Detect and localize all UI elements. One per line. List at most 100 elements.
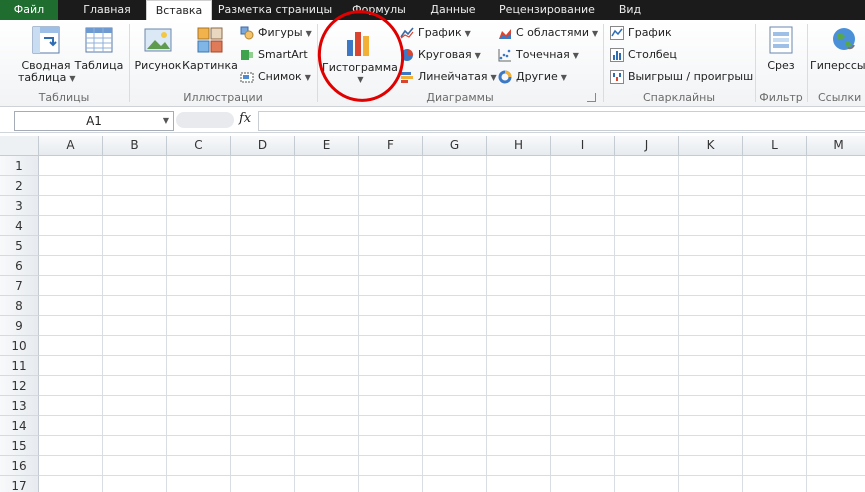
bar-chart-button[interactable]: Линейчатая ▼	[400, 68, 497, 86]
row-header[interactable]: 14	[0, 416, 39, 436]
table-label: Таблица	[74, 59, 124, 72]
column-header[interactable]: C	[167, 136, 231, 156]
clipart-label: Картинка	[182, 59, 238, 72]
group-illustrations: Рисунок Картинка Фигуры ▼ SmartArt Снимо…	[130, 20, 316, 106]
chevron-down-icon: ▼	[464, 29, 471, 38]
row-header[interactable]: 7	[0, 276, 39, 296]
column-header[interactable]: D	[231, 136, 295, 156]
tab-file[interactable]: Файл	[0, 0, 58, 20]
row-header[interactable]: 9	[0, 316, 39, 336]
row-header[interactable]: 17	[0, 476, 39, 492]
row-header[interactable]: 11	[0, 356, 39, 376]
chevron-down-icon[interactable]: ▼	[163, 112, 169, 130]
other-charts-button[interactable]: Другие ▼	[498, 68, 567, 86]
line-chart-icon	[400, 26, 414, 40]
tab-insert[interactable]: Вставка	[146, 0, 212, 21]
line-chart-button[interactable]: График ▼	[400, 24, 471, 42]
pivot-table-icon	[30, 24, 62, 56]
sparkline-column-icon	[610, 48, 624, 62]
formula-bar-splitter[interactable]	[176, 112, 234, 128]
horizontal-bar-icon	[400, 70, 414, 84]
picture-icon	[142, 24, 174, 56]
row-header[interactable]: 10	[0, 336, 39, 356]
picture-button[interactable]: Рисунок	[134, 24, 182, 72]
area-chart-button[interactable]: С областями ▼	[498, 24, 598, 42]
row-header[interactable]: 8	[0, 296, 39, 316]
cell-area[interactable]	[39, 156, 865, 492]
clipart-button[interactable]: Картинка	[182, 24, 238, 72]
row-header[interactable]: 12	[0, 376, 39, 396]
table-icon	[83, 24, 115, 56]
column-header[interactable]: L	[743, 136, 807, 156]
name-box[interactable]: A1 ▼	[14, 111, 174, 131]
column-header[interactable]: B	[103, 136, 167, 156]
sparkline-winloss-label: Выигрыш / проигрыш	[628, 70, 754, 83]
hyperlink-label: Гиперссылка	[810, 59, 865, 72]
row-header[interactable]: 6	[0, 256, 39, 276]
row-header[interactable]: 16	[0, 456, 39, 476]
smartart-button[interactable]: SmartArt	[240, 46, 308, 64]
pivot-table-button[interactable]: Сводная таблица ▼	[18, 24, 76, 85]
column-header[interactable]: G	[423, 136, 487, 156]
sparkline-winloss-button[interactable]: Выигрыш / проигрыш	[610, 68, 753, 86]
globe-icon	[828, 24, 860, 56]
slicer-button[interactable]: Срез	[760, 24, 802, 72]
donut-chart-icon	[498, 70, 512, 84]
select-all-button[interactable]	[0, 136, 39, 156]
pie-chart-button[interactable]: Круговая ▼	[400, 46, 481, 64]
row-header[interactable]: 4	[0, 216, 39, 236]
ribbon-insert: Сводная таблица ▼ Таблица Таблицы Рисуно…	[0, 20, 865, 107]
table-button[interactable]: Таблица	[74, 24, 124, 72]
shapes-label: Фигуры	[258, 26, 303, 39]
sparkline-winloss-icon	[610, 70, 624, 84]
area-chart-label: С областями	[516, 26, 589, 39]
screenshot-label: Снимок	[258, 70, 302, 83]
chevron-down-icon: ▼	[572, 51, 579, 60]
row-header[interactable]: 1	[0, 156, 39, 176]
ribbon-tab-bar: Файл Главная Вставка Разметка страницы Ф…	[0, 0, 865, 21]
row-header[interactable]: 2	[0, 176, 39, 196]
chevron-down-icon: ▼	[304, 73, 311, 82]
row-header[interactable]: 13	[0, 396, 39, 416]
group-label-filter: Фильтр	[759, 91, 803, 104]
group-label-tables: Таблицы	[38, 91, 90, 104]
picture-label: Рисунок	[134, 59, 182, 72]
formula-bar: A1 ▼ fx	[0, 108, 865, 133]
column-header[interactable]: A	[39, 136, 103, 156]
insert-function-icon[interactable]: fx	[239, 111, 251, 126]
chevron-down-icon: ▼	[560, 73, 567, 82]
column-header[interactable]: H	[487, 136, 551, 156]
row-header[interactable]: 5	[0, 236, 39, 256]
screenshot-icon	[240, 70, 254, 84]
tab-page-layout[interactable]: Разметка страницы	[214, 0, 336, 20]
shapes-icon	[240, 26, 254, 40]
tab-home[interactable]: Главная	[68, 0, 146, 20]
group-label-sparklines: Спарклайны	[642, 91, 716, 104]
formula-input[interactable]	[258, 111, 865, 131]
slicer-icon	[765, 24, 797, 56]
tab-view[interactable]: Вид	[608, 0, 652, 20]
column-header[interactable]: J	[615, 136, 679, 156]
row-header[interactable]: 15	[0, 436, 39, 456]
group-tables: Сводная таблица ▼ Таблица Таблицы	[0, 20, 128, 106]
screenshot-button[interactable]: Снимок ▼	[240, 68, 311, 86]
column-header[interactable]: I	[551, 136, 615, 156]
sparkline-column-button[interactable]: Столбец	[610, 46, 677, 64]
sparkline-line-button[interactable]: График	[610, 24, 672, 42]
shapes-button[interactable]: Фигуры ▼	[240, 24, 312, 42]
dialog-launcher-icon[interactable]	[587, 93, 596, 102]
hyperlink-button[interactable]: Гиперссылка	[810, 24, 865, 72]
name-box-value: A1	[86, 114, 102, 128]
scatter-chart-label: Точечная	[516, 48, 570, 61]
column-header[interactable]: K	[679, 136, 743, 156]
sparkline-column-label: Столбец	[628, 48, 677, 61]
tab-data[interactable]: Данные	[420, 0, 486, 20]
group-label-links: Ссылки	[818, 91, 862, 104]
column-header[interactable]: E	[295, 136, 359, 156]
scatter-chart-button[interactable]: Точечная ▼	[498, 46, 579, 64]
column-header[interactable]: F	[359, 136, 423, 156]
row-header[interactable]: 3	[0, 196, 39, 216]
tab-review[interactable]: Рецензирование	[492, 0, 602, 20]
column-header[interactable]: M	[807, 136, 865, 156]
sparkline-line-icon	[610, 26, 624, 40]
